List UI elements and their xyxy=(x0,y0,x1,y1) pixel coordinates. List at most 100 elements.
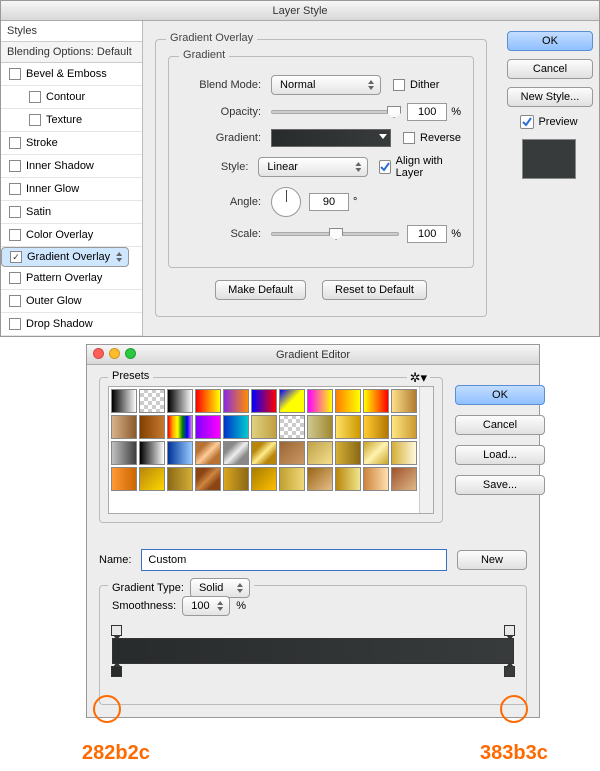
style-item-checkbox[interactable] xyxy=(9,68,21,80)
gradient-swatch[interactable] xyxy=(271,129,391,147)
color-stop-left[interactable] xyxy=(111,666,122,677)
style-item-satin[interactable]: Satin xyxy=(1,201,142,224)
style-item-checkbox[interactable] xyxy=(9,229,21,241)
scale-input[interactable] xyxy=(407,225,447,243)
preset-swatch[interactable] xyxy=(111,389,137,413)
style-item-checkbox[interactable] xyxy=(9,160,21,172)
style-item-checkbox[interactable] xyxy=(9,183,21,195)
reverse-checkbox[interactable] xyxy=(403,132,415,144)
preset-swatch[interactable] xyxy=(167,441,193,465)
preset-swatch[interactable] xyxy=(307,467,333,491)
angle-dial[interactable] xyxy=(271,187,301,217)
style-item-checkbox[interactable] xyxy=(9,318,21,330)
ge-load-button[interactable]: Load... xyxy=(455,445,545,465)
preset-swatch[interactable] xyxy=(223,389,249,413)
preset-swatch[interactable] xyxy=(307,389,333,413)
preset-swatch[interactable] xyxy=(335,441,361,465)
preset-swatch[interactable] xyxy=(167,415,193,439)
preset-swatch[interactable] xyxy=(335,415,361,439)
styles-header[interactable]: Styles xyxy=(1,21,142,42)
style-item-checkbox[interactable] xyxy=(9,272,21,284)
preset-swatch[interactable] xyxy=(251,441,277,465)
preset-swatch[interactable] xyxy=(391,415,417,439)
opacity-input[interactable] xyxy=(407,103,447,121)
style-item-texture[interactable]: Texture xyxy=(1,109,142,132)
ok-button[interactable]: OK xyxy=(507,31,593,51)
new-button[interactable]: New xyxy=(457,550,527,570)
preset-swatch[interactable] xyxy=(335,467,361,491)
style-item-gradient-overlay[interactable]: Gradient Overlay xyxy=(1,247,129,267)
angle-input[interactable] xyxy=(309,193,349,211)
preset-swatch[interactable] xyxy=(195,415,221,439)
color-stop-right[interactable] xyxy=(504,666,515,677)
scale-slider[interactable] xyxy=(271,227,399,241)
preset-swatch[interactable] xyxy=(195,389,221,413)
style-select[interactable]: Linear xyxy=(258,157,368,177)
preset-swatch[interactable] xyxy=(223,441,249,465)
style-item-checkbox[interactable] xyxy=(9,295,21,307)
style-item-inner-glow[interactable]: Inner Glow xyxy=(1,178,142,201)
preset-swatch[interactable] xyxy=(391,389,417,413)
dither-checkbox[interactable] xyxy=(393,79,405,91)
style-item-checkbox[interactable] xyxy=(9,206,21,218)
style-item-color-overlay[interactable]: Color Overlay xyxy=(1,224,142,247)
preset-swatch[interactable] xyxy=(363,415,389,439)
preset-swatch[interactable] xyxy=(307,415,333,439)
preset-swatch[interactable] xyxy=(251,467,277,491)
preset-swatch[interactable] xyxy=(363,467,389,491)
preset-swatch[interactable] xyxy=(111,415,137,439)
opacity-stop-left[interactable] xyxy=(111,625,122,636)
ge-save-button[interactable]: Save... xyxy=(455,475,545,495)
preset-swatch[interactable] xyxy=(279,441,305,465)
opacity-slider[interactable] xyxy=(271,105,399,119)
style-item-checkbox[interactable] xyxy=(9,137,21,149)
preset-swatch[interactable] xyxy=(251,389,277,413)
preset-swatch[interactable] xyxy=(279,415,305,439)
preset-swatch[interactable] xyxy=(363,441,389,465)
opacity-stop-right[interactable] xyxy=(504,625,515,636)
preset-swatch[interactable] xyxy=(335,389,361,413)
preset-swatch[interactable] xyxy=(223,415,249,439)
blend-mode-select[interactable]: Normal xyxy=(271,75,381,95)
presets-scrollbar[interactable] xyxy=(419,387,433,513)
preset-swatch[interactable] xyxy=(363,389,389,413)
preset-swatch[interactable] xyxy=(251,415,277,439)
ge-cancel-button[interactable]: Cancel xyxy=(455,415,545,435)
gradient-bar[interactable] xyxy=(112,638,514,664)
preset-swatch[interactable] xyxy=(279,389,305,413)
preset-swatch[interactable] xyxy=(167,389,193,413)
preset-swatch[interactable] xyxy=(307,441,333,465)
ge-ok-button[interactable]: OK xyxy=(455,385,545,405)
style-item-checkbox[interactable] xyxy=(29,114,41,126)
name-input[interactable] xyxy=(141,549,447,571)
style-item-pattern-overlay[interactable]: Pattern Overlay xyxy=(1,267,142,290)
preset-swatch[interactable] xyxy=(279,467,305,491)
preset-swatch[interactable] xyxy=(139,441,165,465)
window-controls[interactable] xyxy=(93,348,136,359)
preset-swatch[interactable] xyxy=(195,441,221,465)
new-style-button[interactable]: New Style... xyxy=(507,87,593,107)
make-default-button[interactable]: Make Default xyxy=(215,280,306,300)
style-item-drop-shadow[interactable]: Drop Shadow xyxy=(1,313,142,336)
style-item-inner-shadow[interactable]: Inner Shadow xyxy=(1,155,142,178)
preset-swatch[interactable] xyxy=(391,467,417,491)
preset-swatch[interactable] xyxy=(139,467,165,491)
gradient-type-select[interactable]: Solid xyxy=(190,578,250,598)
style-item-outer-glow[interactable]: Outer Glow xyxy=(1,290,142,313)
preset-swatch[interactable] xyxy=(111,467,137,491)
preset-swatch[interactable] xyxy=(139,389,165,413)
style-item-stroke[interactable]: Stroke xyxy=(1,132,142,155)
reset-default-button[interactable]: Reset to Default xyxy=(322,280,427,300)
style-item-checkbox[interactable] xyxy=(29,91,41,103)
style-item-contour[interactable]: Contour xyxy=(1,86,142,109)
preset-swatch[interactable] xyxy=(139,415,165,439)
preset-swatch[interactable] xyxy=(391,441,417,465)
cancel-button[interactable]: Cancel xyxy=(507,59,593,79)
presets-menu-icon[interactable]: ✲▾ xyxy=(407,370,430,386)
preview-checkbox[interactable] xyxy=(520,115,534,129)
blending-options-row[interactable]: Blending Options: Default xyxy=(1,42,142,63)
style-item-bevel-emboss[interactable]: Bevel & Emboss xyxy=(1,63,142,86)
style-item-checkbox[interactable] xyxy=(10,251,22,263)
preset-swatch[interactable] xyxy=(167,467,193,491)
smoothness-select[interactable]: 100 xyxy=(182,596,230,616)
